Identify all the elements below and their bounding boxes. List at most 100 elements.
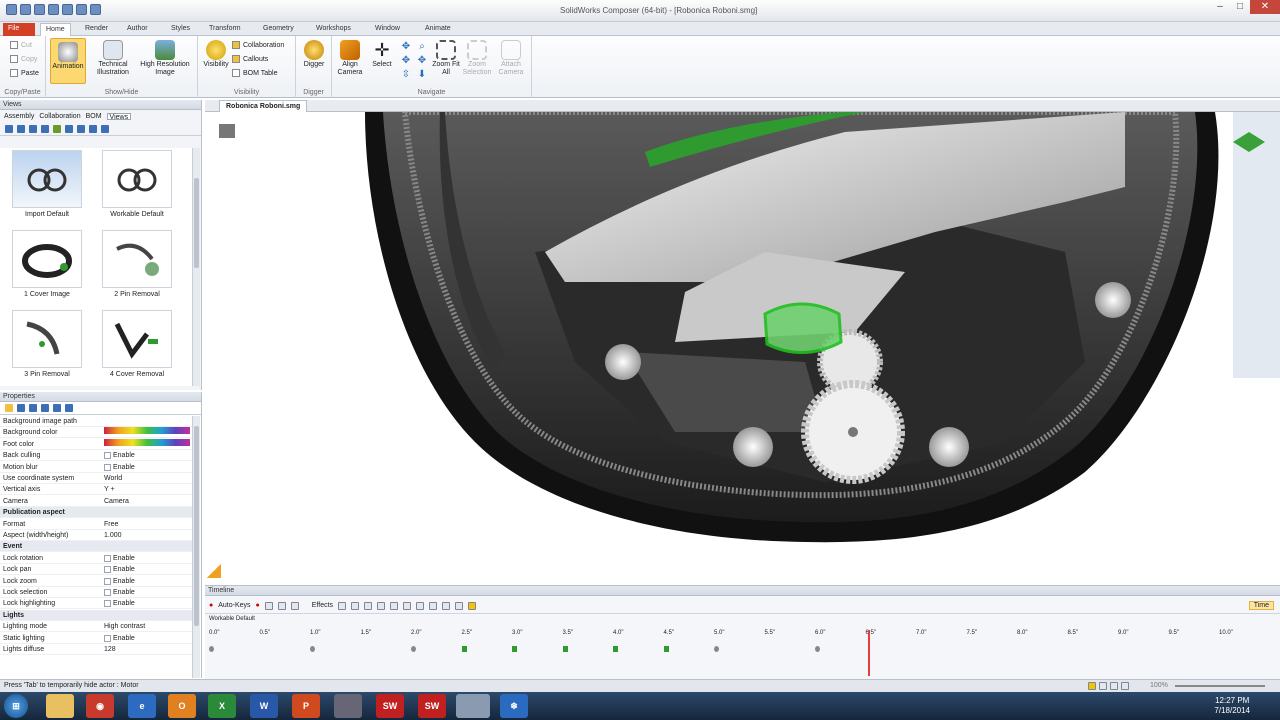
keyframe-marker[interactable] [815, 646, 820, 652]
property-value[interactable]: Enable [104, 462, 135, 473]
zoom-fit-all-button[interactable]: Zoom Fit All [430, 40, 462, 77]
visibility-button[interactable]: Visibility [200, 40, 232, 69]
stop-icon[interactable] [416, 601, 425, 610]
time-mode-button[interactable]: Time [1248, 601, 1274, 610]
view-thumbnail[interactable]: Workable Default [92, 150, 182, 228]
close-icon[interactable]: ✕ [1250, 0, 1280, 14]
composer-icon[interactable] [456, 694, 490, 718]
categorized-icon[interactable] [5, 404, 13, 412]
color-swatch[interactable] [104, 438, 190, 446]
copy-button[interactable]: Copy [10, 55, 37, 63]
cut-button[interactable]: Cut [10, 41, 32, 49]
zoom-selection-button[interactable]: Zoom Selection [460, 40, 494, 77]
bolt[interactable] [929, 427, 969, 467]
subtab-views[interactable]: Views [106, 113, 132, 121]
nav-tools[interactable]: ✥ ✥ ⇳ [400, 40, 412, 82]
grid-icon[interactable] [1099, 682, 1107, 690]
bolt[interactable] [605, 344, 641, 380]
play-back-icon[interactable] [390, 601, 399, 610]
attach-camera-button[interactable]: Attach Camera [494, 40, 528, 77]
color-swatch[interactable] [104, 427, 190, 435]
high-resolution-button[interactable]: High Resolution Image [136, 40, 194, 77]
effects-button[interactable]: Effects [312, 602, 333, 609]
align-camera-button[interactable]: Align Camera [334, 40, 366, 77]
animation-button[interactable]: Animation [50, 38, 86, 84]
link-icon[interactable] [29, 404, 37, 412]
new-icon[interactable] [20, 4, 31, 15]
ie-icon[interactable]: e [128, 694, 156, 718]
bolt[interactable] [1095, 282, 1131, 318]
app-icon[interactable] [334, 694, 362, 718]
save-icon[interactable] [48, 4, 59, 15]
property-value[interactable]: 1.000 [104, 530, 122, 541]
prev-key-icon[interactable] [377, 601, 386, 610]
reset-icon[interactable] [53, 404, 61, 412]
property-row[interactable]: Lock selection Enable [0, 587, 192, 598]
explorer-icon[interactable] [46, 694, 74, 718]
checkbox[interactable] [104, 589, 111, 596]
filter-icon[interactable] [351, 601, 360, 610]
property-value[interactable] [104, 438, 190, 446]
bolt[interactable] [733, 427, 773, 467]
people-remove-icon[interactable] [101, 125, 109, 133]
property-value[interactable]: Enable [104, 553, 135, 564]
property-value[interactable]: Enable [104, 633, 135, 644]
go-start-icon[interactable] [364, 601, 373, 610]
property-row[interactable]: Motion blur Enable [0, 462, 192, 473]
property-value[interactable]: 128 [104, 644, 116, 655]
playhead[interactable] [868, 630, 870, 676]
properties-scrollbar[interactable] [192, 416, 200, 678]
app-icon[interactable] [6, 4, 17, 15]
update-view-icon[interactable] [17, 125, 25, 133]
play-icon[interactable] [403, 601, 412, 610]
property-value[interactable]: Y + [104, 484, 115, 495]
digger-button[interactable]: Digger [299, 40, 329, 69]
minimize-icon[interactable]: – [1210, 0, 1230, 14]
checkbox[interactable] [104, 452, 111, 460]
property-row[interactable]: Foot color [0, 438, 192, 450]
technical-illustration-button[interactable]: Technical Illustration [90, 40, 136, 77]
solidworks-icon[interactable]: SW [418, 694, 446, 718]
start-button[interactable]: ⊞ [4, 694, 28, 718]
views-scrollbar[interactable] [192, 148, 200, 386]
property-row[interactable]: Lights diffuse 128 [0, 644, 192, 655]
checkbox[interactable] [104, 634, 111, 642]
tab-geometry[interactable]: Geometry [258, 23, 299, 36]
cube-navigator-icon[interactable] [219, 124, 235, 138]
key-icon[interactable]: ● [256, 602, 260, 609]
property-row[interactable]: Lock pan Enable [0, 564, 192, 576]
property-section[interactable]: Lights [0, 609, 192, 621]
motor-highlighted[interactable] [763, 302, 843, 354]
excel-icon[interactable]: X [208, 694, 236, 718]
sync-icon[interactable] [468, 601, 477, 610]
property-row[interactable]: Lock zoom Enable [0, 576, 192, 587]
tab-animate[interactable]: Animate [420, 23, 456, 36]
keyframe-marker[interactable] [461, 646, 467, 652]
property-section[interactable]: Publication aspect [0, 507, 192, 519]
property-value[interactable]: Camera [104, 496, 129, 507]
property-value[interactable]: Free [104, 519, 118, 530]
property-row[interactable]: Vertical axis Y + [0, 484, 192, 496]
keyframe-marker[interactable] [663, 646, 669, 652]
snowflake-icon[interactable]: ❄ [500, 694, 528, 718]
view-thumbnail[interactable]: 1 Cover Image [2, 230, 92, 308]
chrome-icon[interactable]: ◉ [86, 694, 114, 718]
keyframe-track[interactable] [205, 646, 1280, 660]
solidworks-icon[interactable]: SW [376, 694, 404, 718]
effect-icon[interactable] [338, 601, 347, 610]
property-value[interactable]: Enable [104, 587, 135, 598]
snap-icon[interactable] [1110, 682, 1118, 690]
refresh-icon[interactable] [41, 404, 49, 412]
undo-icon[interactable] [62, 4, 73, 15]
property-value[interactable]: Enable [104, 450, 135, 461]
property-value[interactable]: Enable [104, 564, 135, 575]
zoom-tools[interactable]: ⌕ ✥ ⬇ [416, 40, 428, 82]
keyframe-marker[interactable] [562, 646, 568, 652]
refresh-icon[interactable] [41, 125, 49, 133]
tab-file[interactable]: File [3, 23, 35, 36]
property-row[interactable]: Lock rotation Enable [0, 553, 192, 564]
maximize-icon[interactable]: □ [1230, 0, 1250, 14]
open-icon[interactable] [34, 4, 45, 15]
delete-view-icon[interactable] [29, 125, 37, 133]
layout-icon[interactable] [1121, 682, 1129, 690]
